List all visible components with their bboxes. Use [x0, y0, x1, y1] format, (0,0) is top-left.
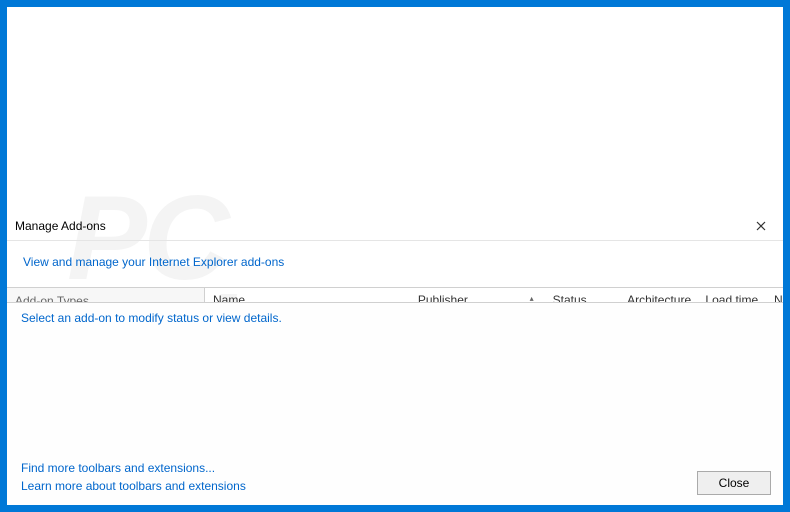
bottom-pane: Select an add-on to modify status or vie… — [7, 302, 783, 505]
details-area — [7, 335, 783, 453]
close-button[interactable]: Close — [697, 471, 771, 495]
titlebar: Manage Add-ons — [7, 211, 783, 241]
window-title: Manage Add-ons — [15, 219, 747, 233]
close-icon[interactable] — [747, 215, 775, 237]
footer: Find more toolbars and extensions... Lea… — [7, 453, 783, 505]
learn-more-link[interactable]: Learn more about toolbars and extensions — [21, 477, 685, 495]
selection-hint: Select an add-on to modify status or vie… — [7, 303, 783, 335]
info-text: View and manage your Internet Explorer a… — [7, 241, 783, 287]
manage-addons-window: PCrisk.com Manage Add-ons View and manag… — [6, 6, 784, 506]
main-pane: Add-on Types Toolbars and Extensions Sea… — [7, 287, 783, 302]
sidebar: Add-on Types Toolbars and Extensions Sea… — [7, 288, 205, 302]
footer-links: Find more toolbars and extensions... Lea… — [21, 459, 685, 495]
find-more-link[interactable]: Find more toolbars and extensions... — [21, 459, 685, 477]
list-pane: Name Publisher ▴ Status Architecture Loa… — [205, 288, 783, 302]
